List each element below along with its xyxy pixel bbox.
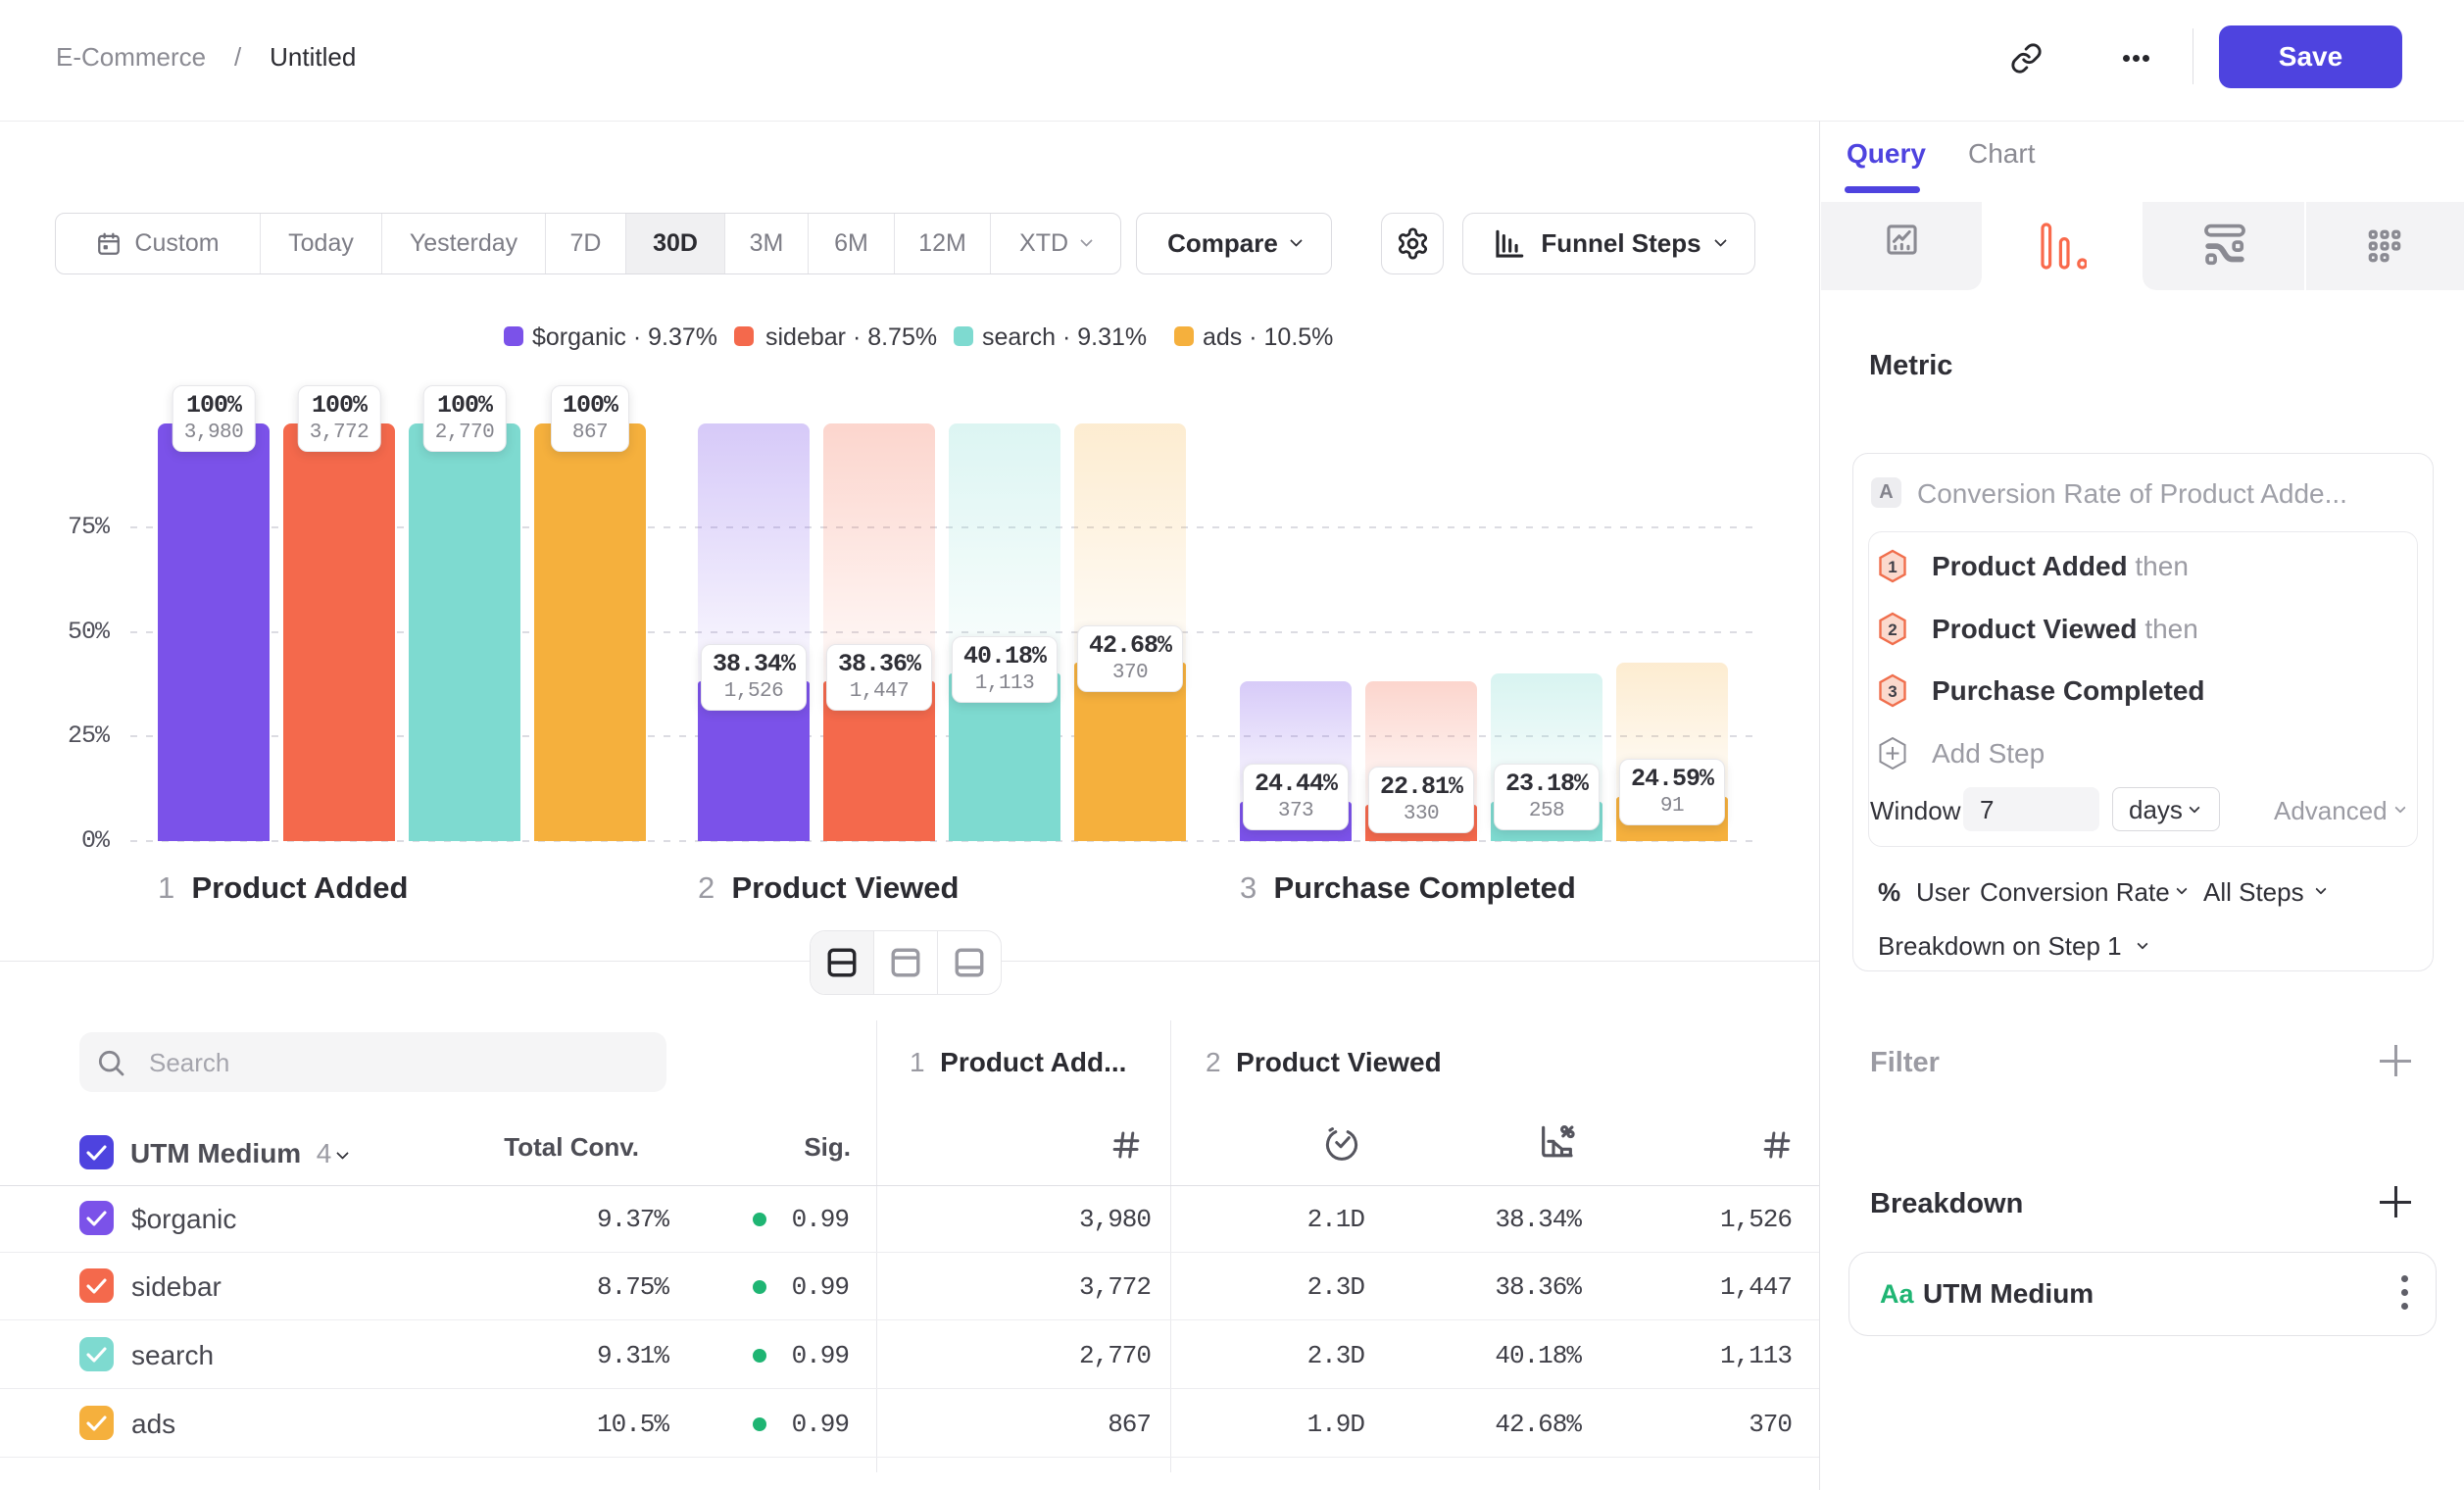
svg-text:1: 1: [1888, 558, 1897, 576]
svg-text:3: 3: [1888, 682, 1897, 701]
svg-text:2: 2: [1888, 621, 1897, 639]
